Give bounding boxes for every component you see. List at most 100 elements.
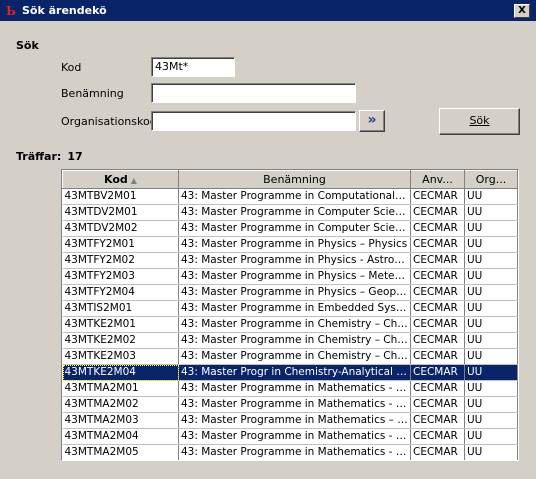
table-row[interactable]: 43MTKE2M02 43: Master Programme in Chemis… xyxy=(62,332,518,349)
cell-kod: 43MTMA2M02 xyxy=(62,396,179,413)
cell-kod: 43MTFY2M02 xyxy=(62,252,179,269)
table-row[interactable]: 43MTMA2M03 43: Master Programme in Mathem… xyxy=(62,412,518,429)
cell-org: UU xyxy=(464,188,518,205)
cell-benamning: 43: Master Programme in Computer Science… xyxy=(178,220,411,237)
cell-kod: 43MTKE2M04 xyxy=(62,364,179,381)
cell-org: UU xyxy=(464,444,518,460)
org-input[interactable] xyxy=(151,111,356,131)
cell-anvandare: CECMAR xyxy=(410,380,465,397)
cell-benamning: 43: Master Programme in Computational Sc… xyxy=(178,188,411,205)
column-header-anvandare[interactable]: Anv... xyxy=(410,170,465,189)
table-header-row: Kod ▲ Benämning Anv... Org... xyxy=(62,170,518,189)
cell-anvandare: CECMAR xyxy=(410,268,465,285)
cell-kod: 43MTMA2M04 xyxy=(62,428,179,445)
cell-org: UU xyxy=(464,364,518,381)
cell-benamning: 43: Master Programme in Mathematics - Fi… xyxy=(178,428,411,445)
cell-kod: 43MTFY2M03 xyxy=(62,268,179,285)
cell-kod: 43MTKE2M02 xyxy=(62,332,179,349)
cell-org: UU xyxy=(464,300,518,317)
cell-kod: 43MTFY2M04 xyxy=(62,284,179,301)
column-header-benamning[interactable]: Benämning xyxy=(178,170,411,189)
chevron-right-icon: » xyxy=(367,112,377,128)
cell-anvandare: CECMAR xyxy=(410,284,465,301)
cell-org: UU xyxy=(464,204,518,221)
search-button-label: Sök xyxy=(469,114,490,127)
table-row[interactable]: 43MTKE2M03 43: Master Programme in Chemis… xyxy=(62,348,518,365)
search-button[interactable]: Sök xyxy=(439,108,520,135)
org-picker-button[interactable]: » xyxy=(359,110,385,132)
column-header-org[interactable]: Org... xyxy=(464,170,518,189)
cell-org: UU xyxy=(464,284,518,301)
table-row[interactable]: 43MTDV2M01 43: Master Programme in Comput… xyxy=(62,204,518,221)
cell-kod: 43MTMA2M01 xyxy=(62,380,179,397)
close-button[interactable]: X xyxy=(514,4,530,18)
cell-benamning: 43: Master Programme in Chemistry – Chem… xyxy=(178,316,411,333)
cell-anvandare: CECMAR xyxy=(410,396,465,413)
cell-kod: 43MTMA2M05 xyxy=(62,444,179,460)
table-row[interactable]: 43MTIS2M01 43: Master Programme in Embedd… xyxy=(62,300,518,317)
dialog-window: Ь Sök ärendekö X Sök Kod 43Mt* Benämning… xyxy=(0,0,536,479)
cell-benamning: 43: Master Programme in Computer Science xyxy=(178,204,411,221)
cell-kod: 43MTDV2M01 xyxy=(62,204,179,221)
org-label: Organisationskod xyxy=(61,115,157,128)
cell-benamning: 43: Master Programme in Physics – Geophy… xyxy=(178,284,411,301)
cell-anvandare: CECMAR xyxy=(410,412,465,429)
table-row[interactable]: 43MTKE2M04 43: Master Progr in Chemistry-… xyxy=(62,364,518,381)
cell-kod: 43MTDV2M02 xyxy=(62,220,179,237)
table-row[interactable]: 43MTDV2M02 43: Master Programme in Comput… xyxy=(62,220,518,237)
benamning-label: Benämning xyxy=(61,87,124,100)
cell-org: UU xyxy=(464,332,518,349)
table-row[interactable]: 43MTFY2M02 43: Master Programme in Physic… xyxy=(62,252,518,269)
cell-anvandare: CECMAR xyxy=(410,188,465,205)
cell-org: UU xyxy=(464,412,518,429)
cell-benamning: 43: Master Programme in Physics – Meteor… xyxy=(178,268,411,285)
cell-benamning: 43: Master Programme in Physics – Physic… xyxy=(178,236,411,253)
cell-benamning: 43: Master Programme in Chemistry – Chem… xyxy=(178,348,411,365)
table-row[interactable]: 43MTFY2M04 43: Master Programme in Physic… xyxy=(62,284,518,301)
cell-kod: 43MTKE2M01 xyxy=(62,316,179,333)
table-row[interactable]: 43MTFY2M01 43: Master Programme in Physic… xyxy=(62,236,518,253)
results-table[interactable]: Kod ▲ Benämning Anv... Org... 43MTBV2M01 4… xyxy=(61,169,519,461)
cell-kod: 43MTFY2M01 xyxy=(62,236,179,253)
close-icon: X xyxy=(518,5,526,16)
cell-benamning: 43: Master Progr in Chemistry-Analytical… xyxy=(178,364,411,381)
table-row[interactable]: 43MTMA2M05 43: Master Programme in Mathem… xyxy=(62,444,518,460)
cell-anvandare: CECMAR xyxy=(410,220,465,237)
cell-org: UU xyxy=(464,396,518,413)
cell-benamning: 43: Master Programme in Physics - Astron… xyxy=(178,252,411,269)
table-row[interactable]: 43MTMA2M04 43: Master Programme in Mathem… xyxy=(62,428,518,445)
cell-org: UU xyxy=(464,220,518,237)
cell-anvandare: CECMAR xyxy=(410,316,465,333)
cell-benamning: 43: Master Programme in Mathematics - Ap… xyxy=(178,444,411,460)
cell-kod: 43MTMA2M03 xyxy=(62,412,179,429)
title-bar[interactable]: Ь Sök ärendekö X xyxy=(0,0,536,21)
sort-ascending-icon: ▲ xyxy=(130,176,137,185)
cell-anvandare: CECMAR xyxy=(410,364,465,381)
cell-org: UU xyxy=(464,316,518,333)
cell-benamning: 43: Master Programme in Embedded Systems xyxy=(178,300,411,317)
cell-anvandare: CECMAR xyxy=(410,236,465,253)
cell-kod: 43MTIS2M01 xyxy=(62,300,179,317)
cell-benamning: 43: Master Programme in Mathematics - Pu… xyxy=(178,380,411,397)
table-row[interactable]: 43MTMA2M02 43: Master Programme in Mathem… xyxy=(62,396,518,413)
cell-org: UU xyxy=(464,268,518,285)
hits-summary: Träffar: 17 xyxy=(16,150,83,163)
cell-org: UU xyxy=(464,236,518,253)
cell-anvandare: CECMAR xyxy=(410,444,465,460)
table-row[interactable]: 43MTBV2M01 43: Master Programme in Comput… xyxy=(62,188,518,205)
app-logo-icon: Ь xyxy=(6,4,16,18)
cell-benamning: 43: Master Programme in Mathematics - Ma… xyxy=(178,396,411,413)
cell-org: UU xyxy=(464,428,518,445)
column-header-kod[interactable]: Kod ▲ xyxy=(62,170,179,189)
table-row[interactable]: 43MTKE2M01 43: Master Programme in Chemis… xyxy=(62,316,518,333)
kod-label: Kod xyxy=(61,61,82,74)
cell-org: UU xyxy=(464,252,518,269)
hits-label: Träffar: xyxy=(16,150,62,163)
cell-org: UU xyxy=(464,348,518,365)
kod-input[interactable]: 43Mt* xyxy=(151,57,235,77)
cell-benamning: 43: Master Programme in Mathematics – Ap… xyxy=(178,412,411,429)
table-row[interactable]: 43MTMA2M01 43: Master Programme in Mathem… xyxy=(62,380,518,397)
benamning-input[interactable] xyxy=(151,83,356,103)
table-row[interactable]: 43MTFY2M03 43: Master Programme in Physic… xyxy=(62,268,518,285)
cell-anvandare: CECMAR xyxy=(410,332,465,349)
